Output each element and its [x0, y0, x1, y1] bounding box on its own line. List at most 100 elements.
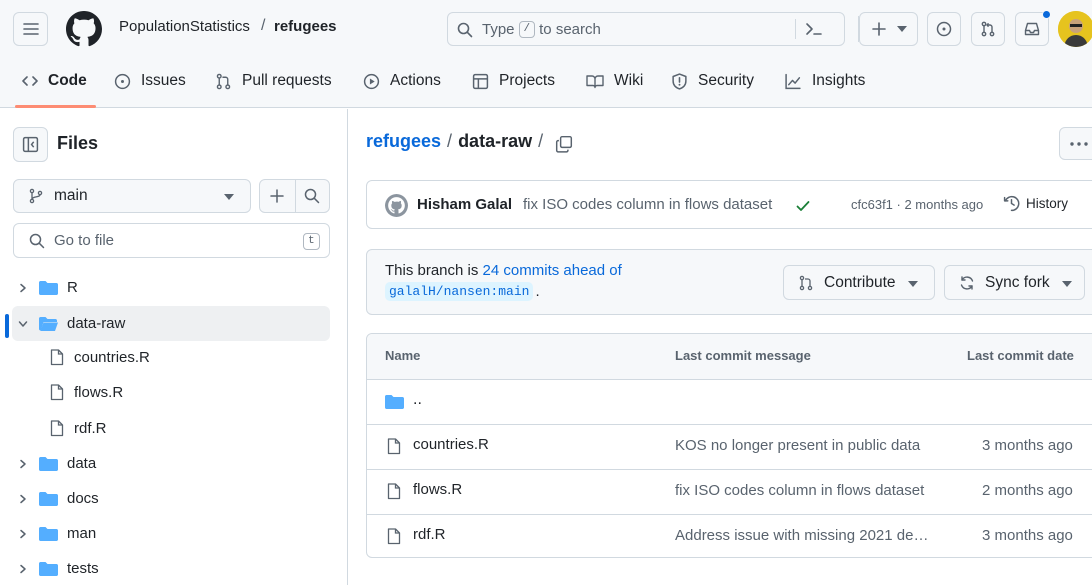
folder-icon	[39, 561, 58, 576]
file-commit-message[interactable]: Address issue with missing 2021 de…	[675, 527, 928, 544]
branch-status-text: This branch is	[385, 262, 479, 279]
branch-name: main	[54, 187, 88, 204]
file-icon	[387, 528, 401, 545]
tree-item-man[interactable]: man	[12, 516, 330, 551]
sync-fork-button[interactable]: Sync fork	[944, 265, 1085, 300]
graph-icon	[785, 73, 801, 89]
triangle-down-icon	[224, 194, 234, 200]
branch-status-panel: This branch is 24 commits ahead of galal…	[366, 249, 1092, 315]
commit-author[interactable]: Hisham Galal	[417, 196, 512, 213]
menu-button[interactable]	[13, 12, 48, 46]
chevron-right-icon	[20, 283, 26, 292]
history-button[interactable]: History	[1003, 195, 1068, 212]
hamburger-icon	[22, 23, 39, 35]
tab-code-label: Code	[48, 72, 87, 89]
file-name-link[interactable]: rdf.R	[413, 526, 446, 543]
folder-icon	[39, 526, 58, 541]
collapse-sidebar-button[interactable]	[13, 127, 48, 162]
selected-indicator	[5, 314, 9, 338]
tab-wiki-label: Wiki	[614, 72, 644, 89]
search-icon	[305, 188, 320, 204]
file-commit-message[interactable]: KOS no longer present in public data	[675, 437, 920, 454]
table-row[interactable]: countries.R KOS no longer present in pub…	[367, 425, 1092, 469]
tree-item-rdf-r[interactable]: rdf.R	[12, 411, 330, 446]
breadcrumb-repo[interactable]: refugees	[274, 18, 337, 35]
search-files-button[interactable]	[296, 180, 330, 212]
branch-status-period: .	[535, 283, 540, 300]
search-input[interactable]: Type / to search	[447, 12, 845, 46]
chevron-right-icon	[20, 529, 26, 538]
tab-projects-label: Projects	[499, 72, 555, 89]
tree-item-docs[interactable]: docs	[12, 481, 330, 516]
search-prefix: Type	[482, 21, 515, 38]
go-to-file-input[interactable]: Go to file t	[13, 223, 330, 258]
tab-code[interactable]: Code	[22, 70, 87, 92]
search-divider	[795, 19, 796, 39]
tree-item-countries-r[interactable]: countries.R	[12, 340, 330, 375]
file-name-link[interactable]: countries.R	[413, 436, 489, 453]
create-new-button[interactable]	[859, 12, 918, 46]
tab-actions-label: Actions	[390, 72, 441, 89]
tree-item-label: rdf.R	[74, 420, 107, 437]
folder-icon	[39, 280, 58, 295]
tree-item-label: tests	[67, 560, 99, 577]
tree-item-data-raw[interactable]: data-raw	[12, 306, 330, 341]
file-icon	[387, 483, 401, 500]
tree-item-r[interactable]: R	[12, 270, 330, 305]
commit-message[interactable]: fix ISO codes column in flows dataset	[523, 196, 772, 213]
tree-item-label: countries.R	[74, 349, 150, 366]
tree-item-tests[interactable]: tests	[12, 551, 330, 585]
breadcrumb-owner[interactable]: PopulationStatistics	[119, 18, 250, 35]
upstream-branch-link[interactable]: galalH/nansen:main	[385, 282, 534, 301]
tab-issues[interactable]: Issues	[114, 70, 186, 92]
avatar[interactable]	[1058, 11, 1092, 47]
breadcrumb-trail: /	[538, 131, 544, 151]
parent-directory-row[interactable]: ..	[367, 380, 1092, 424]
folder-icon	[385, 395, 404, 409]
tree-item-data[interactable]: data	[12, 446, 330, 481]
header-name: Name	[385, 348, 421, 363]
author-avatar[interactable]	[385, 194, 408, 217]
path-breadcrumb: refugees / data-raw /	[366, 131, 543, 152]
folder-icon	[39, 456, 58, 471]
go-to-file-shortcut: t	[303, 233, 320, 250]
table-icon	[472, 73, 489, 89]
breadcrumb-repo-link[interactable]: refugees	[366, 131, 441, 152]
tree-item-flows-r[interactable]: flows.R	[12, 375, 330, 410]
header-last-commit-date: Last commit date	[967, 348, 1074, 363]
tab-projects[interactable]: Projects	[472, 70, 555, 92]
parent-directory-label: ..	[413, 391, 422, 408]
triangle-down-icon	[896, 26, 907, 32]
tree-item-label: flows.R	[74, 384, 124, 401]
more-options-button[interactable]	[1059, 127, 1092, 160]
file-icon	[50, 384, 64, 401]
command-palette-icon[interactable]	[805, 21, 823, 37]
commits-ahead-link[interactable]: 24 commits ahead of	[483, 262, 622, 279]
tab-pull-requests-label: Pull requests	[242, 72, 332, 89]
pull-requests-button[interactable]	[971, 12, 1005, 46]
file-name-link[interactable]: flows.R	[413, 481, 462, 498]
github-logo-icon[interactable]	[66, 11, 102, 47]
table-row[interactable]: rdf.R Address issue with missing 2021 de…	[367, 515, 1092, 558]
chevron-right-icon	[20, 494, 26, 503]
add-file-button[interactable]	[259, 179, 330, 213]
file-commit-message[interactable]: fix ISO codes column in flows dataset	[675, 482, 924, 499]
copy-path-icon[interactable]	[555, 135, 573, 153]
chevron-down-icon	[18, 320, 28, 327]
tab-pull-requests[interactable]: Pull requests	[215, 70, 332, 92]
header-last-commit-message: Last commit message	[675, 348, 811, 363]
tab-insights[interactable]: Insights	[784, 70, 865, 92]
commit-sha-and-time[interactable]: cfc63f1 · 2 months ago	[851, 197, 983, 212]
table-row[interactable]: flows.R fix ISO codes column in flows da…	[367, 470, 1092, 514]
play-icon	[363, 73, 380, 89]
issues-button[interactable]	[927, 12, 961, 46]
tab-security[interactable]: Security	[671, 70, 754, 92]
tab-actions[interactable]: Actions	[363, 70, 441, 92]
contribute-button[interactable]: Contribute	[783, 265, 935, 300]
tree-item-label: data-raw	[67, 315, 126, 332]
latest-commit-bar: Hisham Galal fix ISO codes column in flo…	[366, 180, 1092, 229]
contribute-label: Contribute	[824, 273, 896, 291]
tab-wiki[interactable]: Wiki	[586, 70, 643, 92]
branch-selector[interactable]: main	[13, 179, 251, 213]
notification-dot	[1042, 10, 1051, 19]
